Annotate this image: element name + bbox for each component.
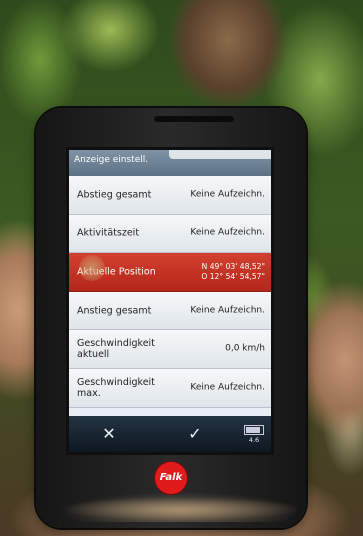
screen-dirt-smudge	[79, 255, 105, 281]
device-dirt	[60, 498, 300, 520]
tree-trunk	[168, 0, 288, 120]
setting-value: Keine Aufzeichn.	[190, 189, 265, 200]
screen-title: Anzeige einstell.	[74, 155, 149, 165]
setting-label: Abstieg gesamt	[77, 189, 152, 201]
checkmark-icon: ✓	[188, 424, 202, 443]
setting-row-descent-total[interactable]: Abstieg gesamt Keine Aufzeichn.	[69, 176, 271, 215]
setting-label: Geschwindigkeit aktuell	[77, 338, 155, 361]
setting-value: 0,0 km/h	[225, 343, 265, 354]
setting-value-coordinates: N 49° 03' 48,52" O 12° 54' 54,57"	[201, 261, 265, 281]
falk-logo: Falk	[155, 462, 187, 494]
setting-value: Keine Aufzeichn.	[190, 305, 265, 316]
setting-value: Keine Aufzeichn.	[190, 382, 265, 393]
setting-row-speed-max[interactable]: Geschwindigkeit max. Keine Aufzeichn.	[69, 368, 271, 408]
device-screen: Anzeige einstell. Abstieg gesamt Keine A…	[69, 150, 271, 452]
setting-label: Geschwindigkeit max.	[77, 376, 155, 399]
setting-list: Abstieg gesamt Keine Aufzeichn. Aktivitä…	[69, 176, 271, 408]
cancel-button[interactable]: ✕	[79, 416, 139, 452]
device-speaker	[154, 116, 234, 122]
battery-icon	[244, 425, 264, 435]
screen-title-bar: Anzeige einstell.	[69, 150, 271, 176]
setting-row-speed-current[interactable]: Geschwindigkeit aktuell 0,0 km/h	[69, 330, 271, 369]
setting-row-activity-time[interactable]: Aktivitätszeit Keine Aufzeichn.	[69, 214, 271, 254]
setting-label: Anstieg gesamt	[77, 305, 152, 317]
screen-bottom-bar: ✕ ✓ 4.6	[69, 416, 271, 452]
confirm-button[interactable]: ✓	[165, 416, 225, 452]
battery-indicator: 4.6	[243, 425, 265, 444]
close-icon: ✕	[102, 424, 116, 443]
setting-label: Aktivitätszeit	[77, 227, 140, 239]
setting-row-ascent-total[interactable]: Anstieg gesamt Keine Aufzeichn.	[69, 291, 271, 331]
setting-value: Keine Aufzeichn.	[190, 227, 265, 238]
title-tab-notch	[169, 150, 271, 159]
photo-background: Anzeige einstell. Abstieg gesamt Keine A…	[0, 0, 363, 536]
battery-level-text: 4.6	[248, 436, 260, 444]
